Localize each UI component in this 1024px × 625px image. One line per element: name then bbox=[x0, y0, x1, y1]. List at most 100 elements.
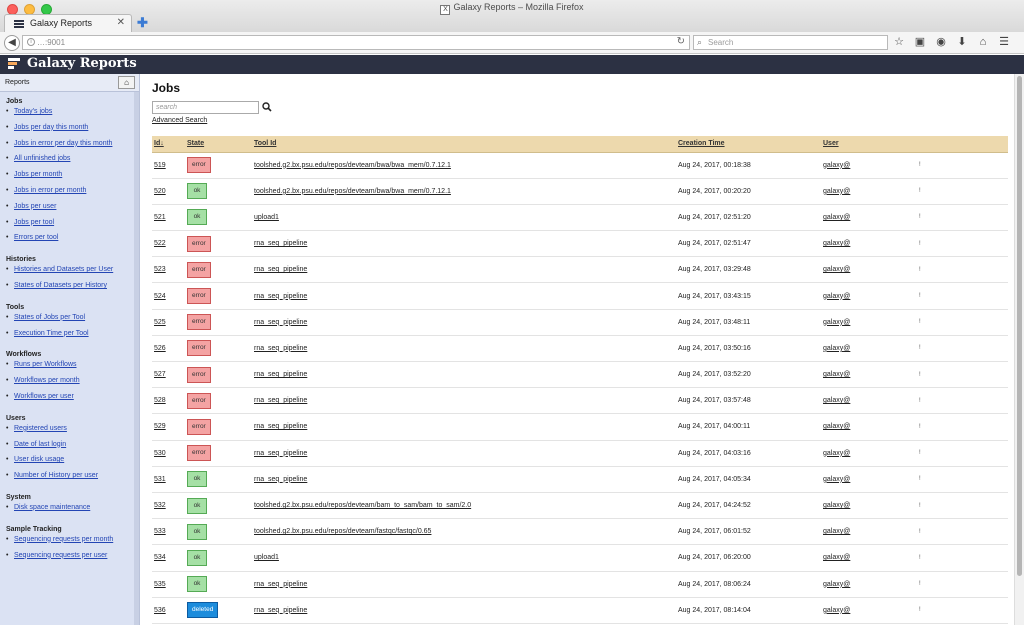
job-id-link[interactable]: 535 bbox=[154, 581, 166, 588]
browser-search-input[interactable]: ⌕ Search bbox=[693, 35, 888, 50]
user-link[interactable]: galaxy@ bbox=[823, 581, 850, 588]
col-id-header[interactable]: Id↓ bbox=[152, 136, 185, 153]
sidebar-item-link[interactable]: Errors per tool bbox=[14, 234, 58, 241]
job-id-link[interactable]: 523 bbox=[154, 266, 166, 273]
tool-id-link[interactable]: toolshed.g2.bx.psu.edu/repos/devteam/bam… bbox=[254, 502, 471, 509]
job-id-link[interactable]: 525 bbox=[154, 319, 166, 326]
menu-icon[interactable]: ☰ bbox=[998, 36, 1010, 49]
tool-id-link[interactable]: rna_seq_pipeline bbox=[254, 371, 307, 378]
tool-id-link[interactable]: toolshed.g2.bx.psu.edu/repos/devteam/fas… bbox=[254, 528, 431, 535]
job-id-link[interactable]: 519 bbox=[154, 162, 166, 169]
sidebar-scrollbar[interactable] bbox=[134, 92, 139, 625]
job-id-link[interactable]: 530 bbox=[154, 450, 166, 457]
user-link[interactable]: galaxy@ bbox=[823, 476, 850, 483]
sidebar-item-link[interactable]: Date of last login bbox=[14, 441, 66, 448]
user-link[interactable]: galaxy@ bbox=[823, 345, 850, 352]
user-link[interactable]: galaxy@ bbox=[823, 607, 850, 614]
job-id-link[interactable]: 527 bbox=[154, 371, 166, 378]
sidebar-item-link[interactable]: Jobs in error per month bbox=[14, 187, 86, 194]
advanced-search-link[interactable]: Advanced Search bbox=[152, 117, 207, 124]
tool-id-link[interactable]: rna_seq_pipeline bbox=[254, 450, 307, 457]
tool-id-link[interactable]: rna_seq_pipeline bbox=[254, 345, 307, 352]
job-id-link[interactable]: 528 bbox=[154, 397, 166, 404]
user-link[interactable]: galaxy@ bbox=[823, 502, 850, 509]
reading-list-icon[interactable]: ▣ bbox=[914, 36, 926, 49]
tool-id-link[interactable]: upload1 bbox=[254, 554, 279, 561]
job-id-link[interactable]: 520 bbox=[154, 188, 166, 195]
sidebar-item-link[interactable]: States of Datasets per History bbox=[14, 282, 107, 289]
job-id-link[interactable]: 526 bbox=[154, 345, 166, 352]
sidebar-item-link[interactable]: Execution Time per Tool bbox=[14, 330, 89, 337]
col-state-header[interactable]: State bbox=[185, 136, 252, 153]
sidebar-item-link[interactable]: Workflows per user bbox=[14, 393, 74, 400]
user-link[interactable]: galaxy@ bbox=[823, 240, 850, 247]
back-button[interactable]: ◀ bbox=[4, 35, 20, 51]
sidebar-item-link[interactable]: Runs per Workflows bbox=[14, 361, 77, 368]
user-link[interactable]: galaxy@ bbox=[823, 371, 850, 378]
sidebar-item-link[interactable]: States of Jobs per Tool bbox=[14, 314, 85, 321]
job-id-link[interactable]: 533 bbox=[154, 528, 166, 535]
user-link[interactable]: galaxy@ bbox=[823, 188, 850, 195]
tool-id-link[interactable]: rna_seq_pipeline bbox=[254, 476, 307, 483]
user-link[interactable]: galaxy@ bbox=[823, 266, 850, 273]
sidebar-item-link[interactable]: Jobs per tool bbox=[14, 219, 54, 226]
job-id-link[interactable]: 532 bbox=[154, 502, 166, 509]
url-bar[interactable]: i …:9001 ↻ bbox=[22, 35, 690, 50]
job-search-input[interactable]: search bbox=[152, 101, 259, 114]
pocket-icon[interactable]: ◉ bbox=[935, 36, 947, 49]
tool-id-link[interactable]: toolshed.g2.bx.psu.edu/repos/devteam/bwa… bbox=[254, 162, 451, 169]
tool-id-link[interactable]: rna_seq_pipeline bbox=[254, 240, 307, 247]
home-button[interactable]: ⌂ bbox=[118, 76, 135, 89]
sidebar-item-link[interactable]: Sequencing requests per user bbox=[14, 552, 107, 559]
sidebar-item-link[interactable]: Registered users bbox=[14, 425, 67, 432]
bookmark-star-icon[interactable]: ☆ bbox=[893, 36, 905, 49]
job-id-link[interactable]: 534 bbox=[154, 554, 166, 561]
job-id-link[interactable]: 524 bbox=[154, 293, 166, 300]
user-link[interactable]: galaxy@ bbox=[823, 214, 850, 221]
col-time-header[interactable]: Creation Time bbox=[676, 136, 821, 153]
sidebar-item-link[interactable]: All unfinished jobs bbox=[14, 155, 70, 162]
sidebar-item-link[interactable]: Jobs in error per day this month bbox=[14, 140, 112, 147]
sidebar-item-link[interactable]: Sequencing requests per month bbox=[14, 536, 113, 543]
sidebar-item-link[interactable]: Histories and Datasets per User bbox=[14, 266, 113, 273]
user-link[interactable]: galaxy@ bbox=[823, 397, 850, 404]
tool-id-link[interactable]: rna_seq_pipeline bbox=[254, 607, 307, 614]
user-link[interactable]: galaxy@ bbox=[823, 450, 850, 457]
user-link[interactable]: galaxy@ bbox=[823, 162, 850, 169]
tool-id-link[interactable]: rna_seq_pipeline bbox=[254, 266, 307, 273]
tool-id-link[interactable]: rna_seq_pipeline bbox=[254, 581, 307, 588]
job-id-link[interactable]: 529 bbox=[154, 423, 166, 430]
sidebar-item-link[interactable]: Jobs per day this month bbox=[14, 124, 88, 131]
col-user-header[interactable]: User bbox=[821, 136, 917, 153]
tool-id-link[interactable]: rna_seq_pipeline bbox=[254, 397, 307, 404]
col-tool-header[interactable]: Tool Id bbox=[252, 136, 676, 153]
job-id-link[interactable]: 536 bbox=[154, 607, 166, 614]
browser-tab[interactable]: Galaxy Reports ✕ bbox=[4, 14, 132, 32]
brand-title[interactable]: Galaxy Reports bbox=[27, 56, 137, 71]
sidebar-item-link[interactable]: Number of History per user bbox=[14, 472, 98, 479]
main-scrollbar[interactable] bbox=[1014, 74, 1024, 625]
home-icon[interactable]: ⌂ bbox=[977, 36, 989, 49]
user-link[interactable]: galaxy@ bbox=[823, 554, 850, 561]
info-icon[interactable]: i bbox=[27, 38, 35, 46]
job-id-link[interactable]: 522 bbox=[154, 240, 166, 247]
tool-id-link[interactable]: rna_seq_pipeline bbox=[254, 423, 307, 430]
sidebar-item-link[interactable]: Jobs per month bbox=[14, 171, 62, 178]
tool-id-link[interactable]: upload1 bbox=[254, 214, 279, 221]
new-tab-icon[interactable]: ✚ bbox=[137, 15, 148, 31]
sidebar-item-link[interactable]: Today's jobs bbox=[14, 108, 52, 115]
scrollbar-thumb[interactable] bbox=[1017, 76, 1022, 576]
user-link[interactable]: galaxy@ bbox=[823, 319, 850, 326]
job-id-link[interactable]: 531 bbox=[154, 476, 166, 483]
user-link[interactable]: galaxy@ bbox=[823, 423, 850, 430]
tool-id-link[interactable]: rna_seq_pipeline bbox=[254, 293, 307, 300]
search-icon[interactable] bbox=[262, 101, 272, 113]
sidebar-item-link[interactable]: Jobs per user bbox=[14, 203, 56, 210]
galaxy-logo-icon[interactable] bbox=[8, 58, 20, 71]
job-id-link[interactable]: 521 bbox=[154, 214, 166, 221]
tool-id-link[interactable]: rna_seq_pipeline bbox=[254, 319, 307, 326]
sidebar-item-link[interactable]: User disk usage bbox=[14, 456, 64, 463]
download-icon[interactable]: ⬇ bbox=[956, 36, 968, 49]
user-link[interactable]: galaxy@ bbox=[823, 293, 850, 300]
reload-icon[interactable]: ↻ bbox=[677, 36, 685, 47]
